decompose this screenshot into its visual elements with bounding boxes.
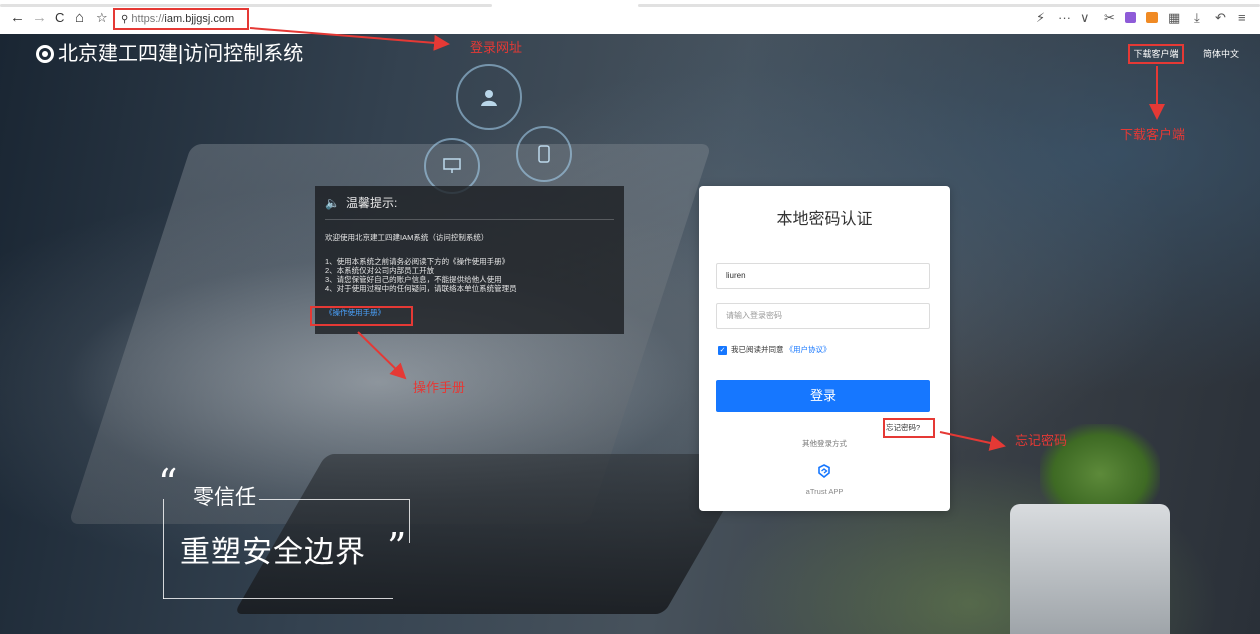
home-icon[interactable]: ⌂: [75, 10, 84, 26]
download-client-link[interactable]: 下载客户端: [1128, 44, 1184, 64]
grid-icon[interactable]: ▦: [1168, 10, 1180, 26]
agreement-checkbox[interactable]: ✓: [718, 345, 727, 355]
annotation-forgot-password: 忘记密码: [1015, 433, 1068, 448]
brand-logo-icon: [36, 45, 54, 63]
slogan-right-rule: [409, 499, 410, 543]
language-switch[interactable]: 简体中文: [1196, 44, 1246, 64]
user-circle-icon: [456, 64, 522, 130]
forgot-highlight-box: [883, 418, 935, 438]
undo-icon[interactable]: ↶: [1215, 10, 1226, 26]
notice-items: 1、使用本系统之前请务必阅读下方的《操作使用手册》 2、本系统仅对公司内部员工开…: [325, 257, 517, 293]
speaker-icon: 🔈: [325, 196, 340, 210]
other-login-label: 其他登录方式: [802, 439, 847, 448]
notice-item: 1、使用本系统之前请务必阅读下方的《操作使用手册》: [325, 257, 510, 266]
login-title: 本地密码认证: [776, 211, 873, 228]
address-bar[interactable]: ⚲ https://iam.bjjgsj.com: [113, 8, 249, 30]
atrust-app-icon[interactable]: [816, 463, 832, 479]
tab-strip-left: [0, 4, 492, 7]
user-agreement-link[interactable]: 《用户协议》: [786, 345, 831, 355]
extension-purple-icon[interactable]: [1125, 12, 1136, 23]
scissors-icon[interactable]: ✂: [1104, 10, 1115, 26]
manual-highlight-box: [310, 306, 413, 326]
brand-text: 北京建工四建|访问控制系统: [58, 43, 304, 65]
annotation-login-url: 登录网址: [470, 40, 523, 55]
slogan-open-quote: “: [158, 461, 178, 505]
notice-item: 3、请您保管好自己的账户信息，不能提供给他人使用: [325, 275, 502, 284]
slogan-line1: 零信任: [193, 486, 256, 509]
extension-orange-icon[interactable]: [1146, 12, 1158, 23]
lightning-icon[interactable]: ⚡: [1036, 10, 1045, 26]
chevron-down-icon[interactable]: ∨: [1080, 10, 1090, 26]
notice-item: 4、对于使用过程中的任何疑问，请联络本单位系统管理员: [325, 284, 517, 293]
slogan-left-rule: [163, 499, 164, 599]
agreement-row: ✓ 我已阅读并同意 《用户协议》: [718, 345, 831, 355]
browser-toolbar: ← → C ⌂ ☆ ⚲ https://iam.bjjgsj.com ⚡ ···…: [0, 0, 1260, 35]
agreement-text: 我已阅读并同意: [731, 345, 784, 354]
favorites-icon[interactable]: ☆: [96, 10, 108, 26]
slogan-bottom-rule: [163, 598, 393, 599]
notice-divider: [325, 219, 614, 220]
annotation-manual: 操作手册: [413, 380, 466, 395]
forward-icon[interactable]: →: [32, 10, 47, 26]
password-field[interactable]: 请输入登录密码: [716, 303, 930, 329]
login-page: 北京建工四建|访问控制系统 下载客户端 简体中文 🔈 温馨提示: 欢迎使用北京建工…: [0, 34, 1260, 634]
reload-icon[interactable]: C: [55, 10, 64, 26]
address-prefix: https://: [131, 13, 165, 25]
slogan-top-rule: [259, 499, 409, 500]
download-icon[interactable]: ⤓: [1194, 10, 1200, 26]
slogan-close-quote: ”: [387, 525, 407, 569]
phone-circle-icon: [516, 126, 572, 182]
notice-welcome: 欢迎使用北京建工四建IAM系统（访问控制系统）: [325, 233, 489, 242]
more-icon[interactable]: ···: [1058, 10, 1071, 26]
tab-strip-right: [638, 4, 1260, 7]
notice-item: 2、本系统仅对公司内部员工开放: [325, 266, 435, 275]
address-host: iam.bjjgsj.com: [164, 13, 235, 25]
notice-title: 🔈 温馨提示:: [325, 195, 397, 211]
annotation-download-client: 下载客户端: [1120, 127, 1186, 142]
login-card: 本地密码认证 liuren 请输入登录密码 ✓ 我已阅读并同意 《用户协议》 登…: [699, 186, 950, 511]
background-plant-pot: [1010, 504, 1170, 634]
atrust-app-label[interactable]: aTrust APP: [699, 487, 950, 497]
back-icon[interactable]: ←: [10, 10, 25, 26]
menu-icon[interactable]: ≡: [1238, 10, 1246, 26]
notice-title-text: 温馨提示:: [345, 196, 398, 210]
search-icon: ⚲: [121, 14, 129, 25]
login-button[interactable]: 登录: [716, 380, 930, 412]
username-field[interactable]: liuren: [716, 263, 930, 289]
slogan-line2: 重塑安全边界: [180, 536, 366, 569]
brand-title: 北京建工四建|访问控制系统: [36, 41, 303, 67]
